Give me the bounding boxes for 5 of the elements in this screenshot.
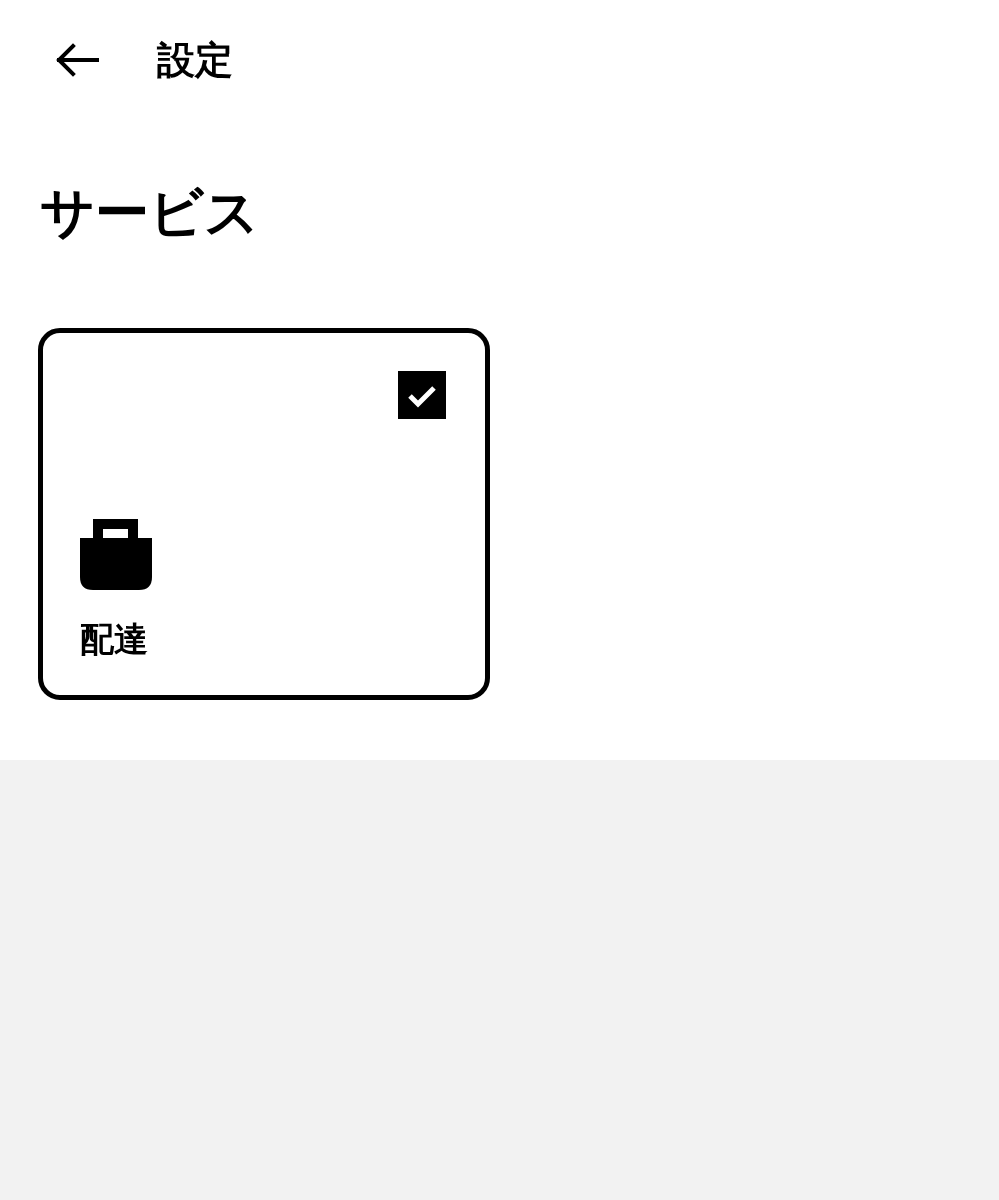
section-heading: サービス (40, 180, 260, 246)
page-title: 設定 (157, 37, 233, 83)
service-card[interactable]: 配達 (38, 328, 490, 700)
back-arrow-icon[interactable] (55, 43, 99, 77)
shopping-bag-icon (80, 519, 152, 591)
